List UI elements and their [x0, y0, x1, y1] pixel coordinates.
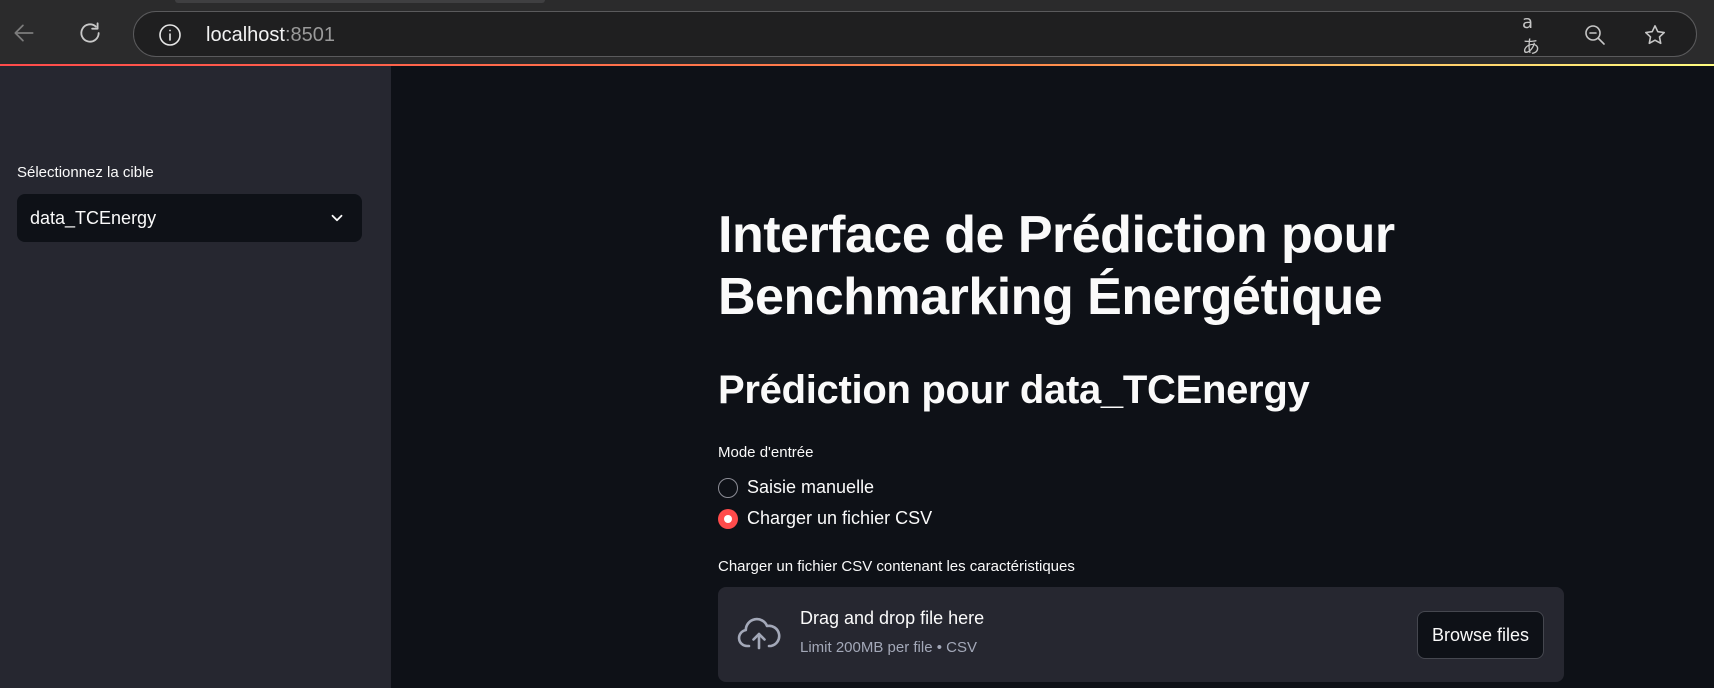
- page-subtitle: Prédiction pour data_TCEnergy: [718, 368, 1310, 412]
- main-content: Interface de Prédiction pour Benchmarkin…: [391, 66, 1714, 688]
- zoom-out-icon[interactable]: [1582, 22, 1608, 48]
- browser-toolbar: localhost:8501 aあ: [0, 0, 1714, 66]
- radio-label-manual: Saisie manuelle: [747, 477, 875, 497]
- radio-label-csv: Charger un fichier CSV: [747, 508, 933, 528]
- radio-unchecked-icon[interactable]: [718, 477, 738, 498]
- translate-icon[interactable]: aあ: [1522, 12, 1548, 58]
- dropzone-limit: Limit 200MB per file • CSV: [800, 639, 977, 656]
- radio-manual-entry[interactable]: Saisie manuelle: [718, 477, 874, 498]
- url-text[interactable]: localhost:8501: [206, 23, 335, 47]
- dropzone-title: Drag and drop file here: [800, 608, 985, 628]
- target-select-label: Sélectionnez la cible: [17, 164, 154, 181]
- address-bar[interactable]: localhost:8501 aあ: [133, 11, 1697, 58]
- back-arrow-icon[interactable]: [6, 15, 42, 51]
- info-icon[interactable]: [158, 23, 182, 47]
- page-title: Interface de Prédiction pour Benchmarkin…: [718, 206, 1395, 326]
- chevron-down-icon: [328, 209, 346, 227]
- radio-checked-icon[interactable]: [718, 508, 738, 529]
- file-uploader-label: Charger un fichier CSV contenant les car…: [718, 558, 1075, 575]
- reload-icon[interactable]: [72, 15, 108, 51]
- url-host: localhost: [206, 24, 285, 46]
- file-dropzone[interactable]: Drag and drop file here Limit 200MB per …: [718, 587, 1564, 682]
- input-mode-label: Mode d'entrée: [718, 444, 814, 461]
- star-icon[interactable]: [1642, 22, 1668, 48]
- radio-csv-upload[interactable]: Charger un fichier CSV: [718, 508, 932, 529]
- tab-strip-edge: [175, 0, 545, 3]
- target-select[interactable]: data_TCEnergy: [17, 194, 362, 242]
- browse-files-button[interactable]: Browse files: [1417, 611, 1544, 659]
- sidebar: Sélectionnez la cible data_TCEnergy: [0, 66, 391, 688]
- url-port: :8501: [284, 24, 335, 46]
- cloud-upload-icon: [737, 616, 781, 652]
- target-select-value: data_TCEnergy: [30, 207, 157, 228]
